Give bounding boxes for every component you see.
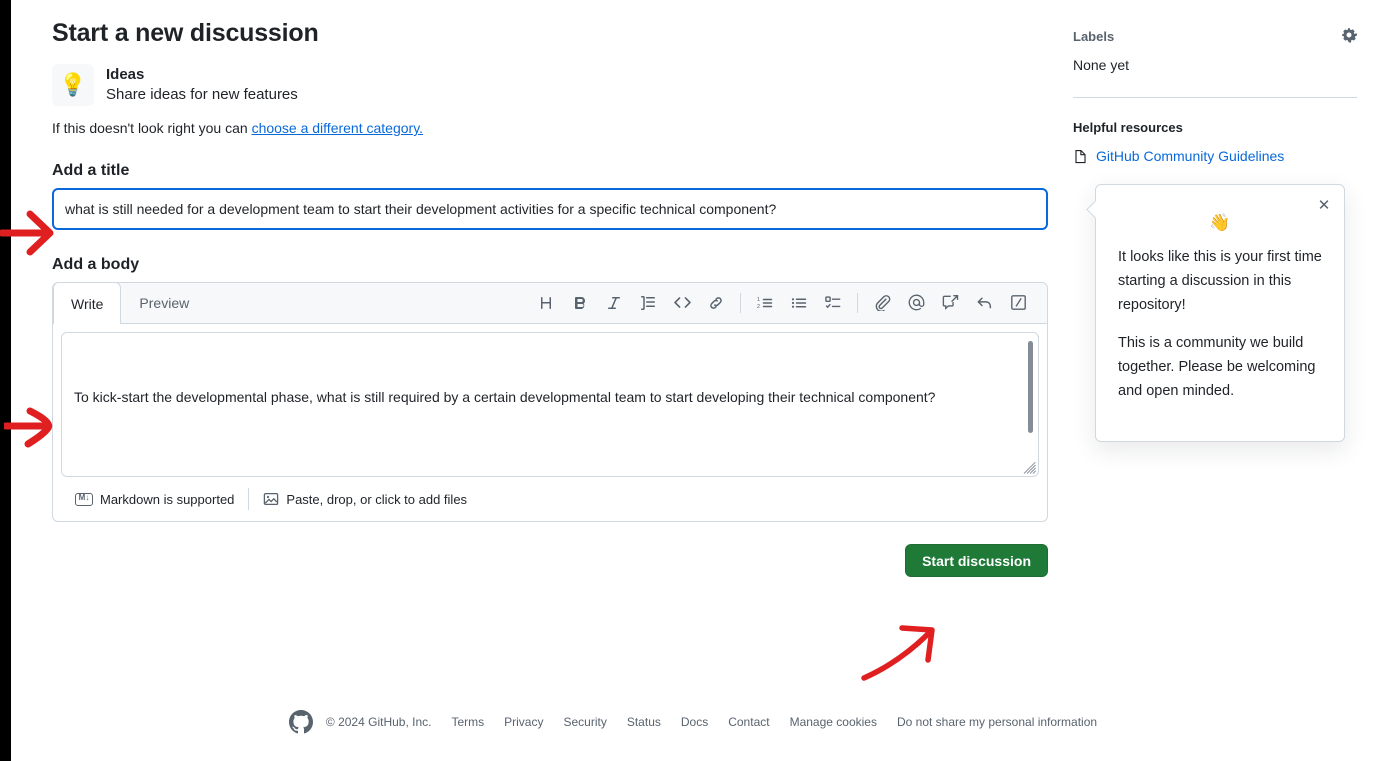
code-icon[interactable]	[665, 288, 699, 318]
attach-files-icon[interactable]	[865, 288, 899, 318]
submit-row: Start discussion	[52, 544, 1048, 577]
change-category-hint-text: If this doesn't look right you can	[52, 120, 252, 136]
close-icon[interactable]: ✕	[1314, 195, 1334, 215]
copyright-text: © 2024 GitHub, Inc.	[325, 715, 432, 729]
add-files-label: Paste, drop, or click to add files	[286, 491, 468, 507]
mention-icon[interactable]	[899, 288, 933, 318]
link-icon[interactable]	[699, 288, 733, 318]
footer-link-status[interactable]: Status	[617, 715, 671, 729]
footer-link-manage-cookies[interactable]: Manage cookies	[780, 715, 887, 729]
task-list-icon[interactable]	[816, 288, 850, 318]
bold-icon[interactable]	[563, 288, 597, 318]
waving-hand-emoji: 👋	[1209, 213, 1231, 232]
editor-tabs: Write Preview	[53, 283, 207, 324]
editor-header: Write Preview 1 2	[53, 283, 1047, 324]
footer-link-contact[interactable]: Contact	[718, 715, 779, 729]
markdown-supported-label: Markdown is supported	[100, 491, 235, 507]
sidebar-divider	[1073, 97, 1357, 98]
footer-link-privacy[interactable]: Privacy	[494, 715, 553, 729]
github-logo-icon	[288, 710, 313, 734]
markdown-icon	[75, 492, 93, 506]
lightbulb-emoji: 💡	[52, 64, 94, 106]
heading-icon[interactable]	[529, 288, 563, 318]
tab-write[interactable]: Write	[53, 283, 122, 324]
body-line	[74, 452, 1014, 474]
category-name: Ideas	[106, 65, 145, 83]
page-title: Start a new discussion	[52, 19, 319, 47]
editor-toolbar: 12	[529, 283, 1047, 323]
editor-footer: Markdown is supported Paste, drop, or cl…	[53, 477, 1047, 521]
category-summary: 💡 Ideas Share ideas for new features	[52, 64, 1052, 106]
screenshot-root: Start a new discussion 💡 Ideas Share ide…	[0, 0, 1385, 761]
choose-different-category-link[interactable]: choose a different category.	[252, 120, 423, 136]
main-column: Start a new discussion 💡 Ideas Share ide…	[52, 0, 1052, 577]
right-sidebar: Labels None yet Helpful resources GitHub…	[1073, 28, 1357, 164]
footer-link-security[interactable]: Security	[553, 715, 616, 729]
italic-icon[interactable]	[597, 288, 631, 318]
category-description: Share ideas for new features	[106, 86, 298, 103]
textarea-scrollbar[interactable]	[1028, 341, 1033, 433]
add-files-item[interactable]: Paste, drop, or click to add files	[249, 491, 481, 507]
labels-title: Labels	[1073, 28, 1115, 44]
markdown-editor: Write Preview 1 2 To kick-start the deve…	[52, 282, 1048, 522]
toolbar-separator	[740, 292, 741, 313]
title-field-label: Add a title	[52, 162, 130, 179]
page-footer: © 2024 GitHub, Inc. Terms Privacy Securi…	[11, 710, 1385, 734]
change-category-hint: If this doesn't look right you can choos…	[52, 120, 1052, 136]
footer-link-docs[interactable]: Docs	[671, 715, 718, 729]
footer-link-terms[interactable]: Terms	[441, 715, 494, 729]
reply-icon[interactable]	[967, 288, 1001, 318]
saved-reply-icon[interactable]	[933, 288, 967, 318]
toolbar-separator	[857, 292, 858, 313]
tab-preview[interactable]: Preview	[121, 283, 207, 323]
helpful-resources-title: Helpful resources	[1073, 120, 1183, 135]
body-line: To kick-start the developmental phase, w…	[74, 389, 936, 405]
start-discussion-button[interactable]: Start discussion	[905, 544, 1048, 577]
body-textarea-wrapper: To kick-start the developmental phase, w…	[53, 324, 1047, 477]
gear-icon[interactable]	[1341, 28, 1357, 44]
helpful-resources-row: GitHub Community Guidelines	[1073, 148, 1357, 164]
popover-paragraph: This is a community we build together. P…	[1118, 335, 1316, 399]
slash-command-icon[interactable]	[1001, 288, 1035, 318]
ordered-list-icon[interactable]: 12	[748, 288, 782, 318]
popover-body: It looks like this is your first time st…	[1096, 231, 1344, 403]
first-discussion-popover: ✕ 👋 It looks like this is your first tim…	[1095, 184, 1345, 442]
unordered-list-icon[interactable]	[782, 288, 816, 318]
svg-text:2: 2	[757, 304, 760, 310]
github-community-guidelines-link[interactable]: GitHub Community Guidelines	[1096, 148, 1284, 164]
document-icon	[1073, 149, 1088, 164]
footer-link-do-not-share[interactable]: Do not share my personal information	[887, 715, 1107, 729]
discussion-body-textarea[interactable]: To kick-start the developmental phase, w…	[61, 332, 1039, 477]
markdown-supported-item[interactable]: Markdown is supported	[61, 492, 248, 507]
discussion-title-input[interactable]	[52, 188, 1048, 230]
github-discussion-page: Start a new discussion 💡 Ideas Share ide…	[11, 0, 1385, 761]
svg-text:1: 1	[757, 297, 760, 303]
quote-icon[interactable]	[631, 288, 665, 318]
image-icon	[263, 491, 279, 507]
left-black-gutter	[0, 0, 11, 761]
labels-value: None yet	[1073, 57, 1130, 73]
textarea-resize-handle[interactable]	[1023, 461, 1036, 474]
labels-header: Labels	[1073, 28, 1357, 44]
popover-paragraph: It looks like this is your first time st…	[1118, 249, 1322, 313]
body-field-label: Add a body	[52, 256, 140, 273]
